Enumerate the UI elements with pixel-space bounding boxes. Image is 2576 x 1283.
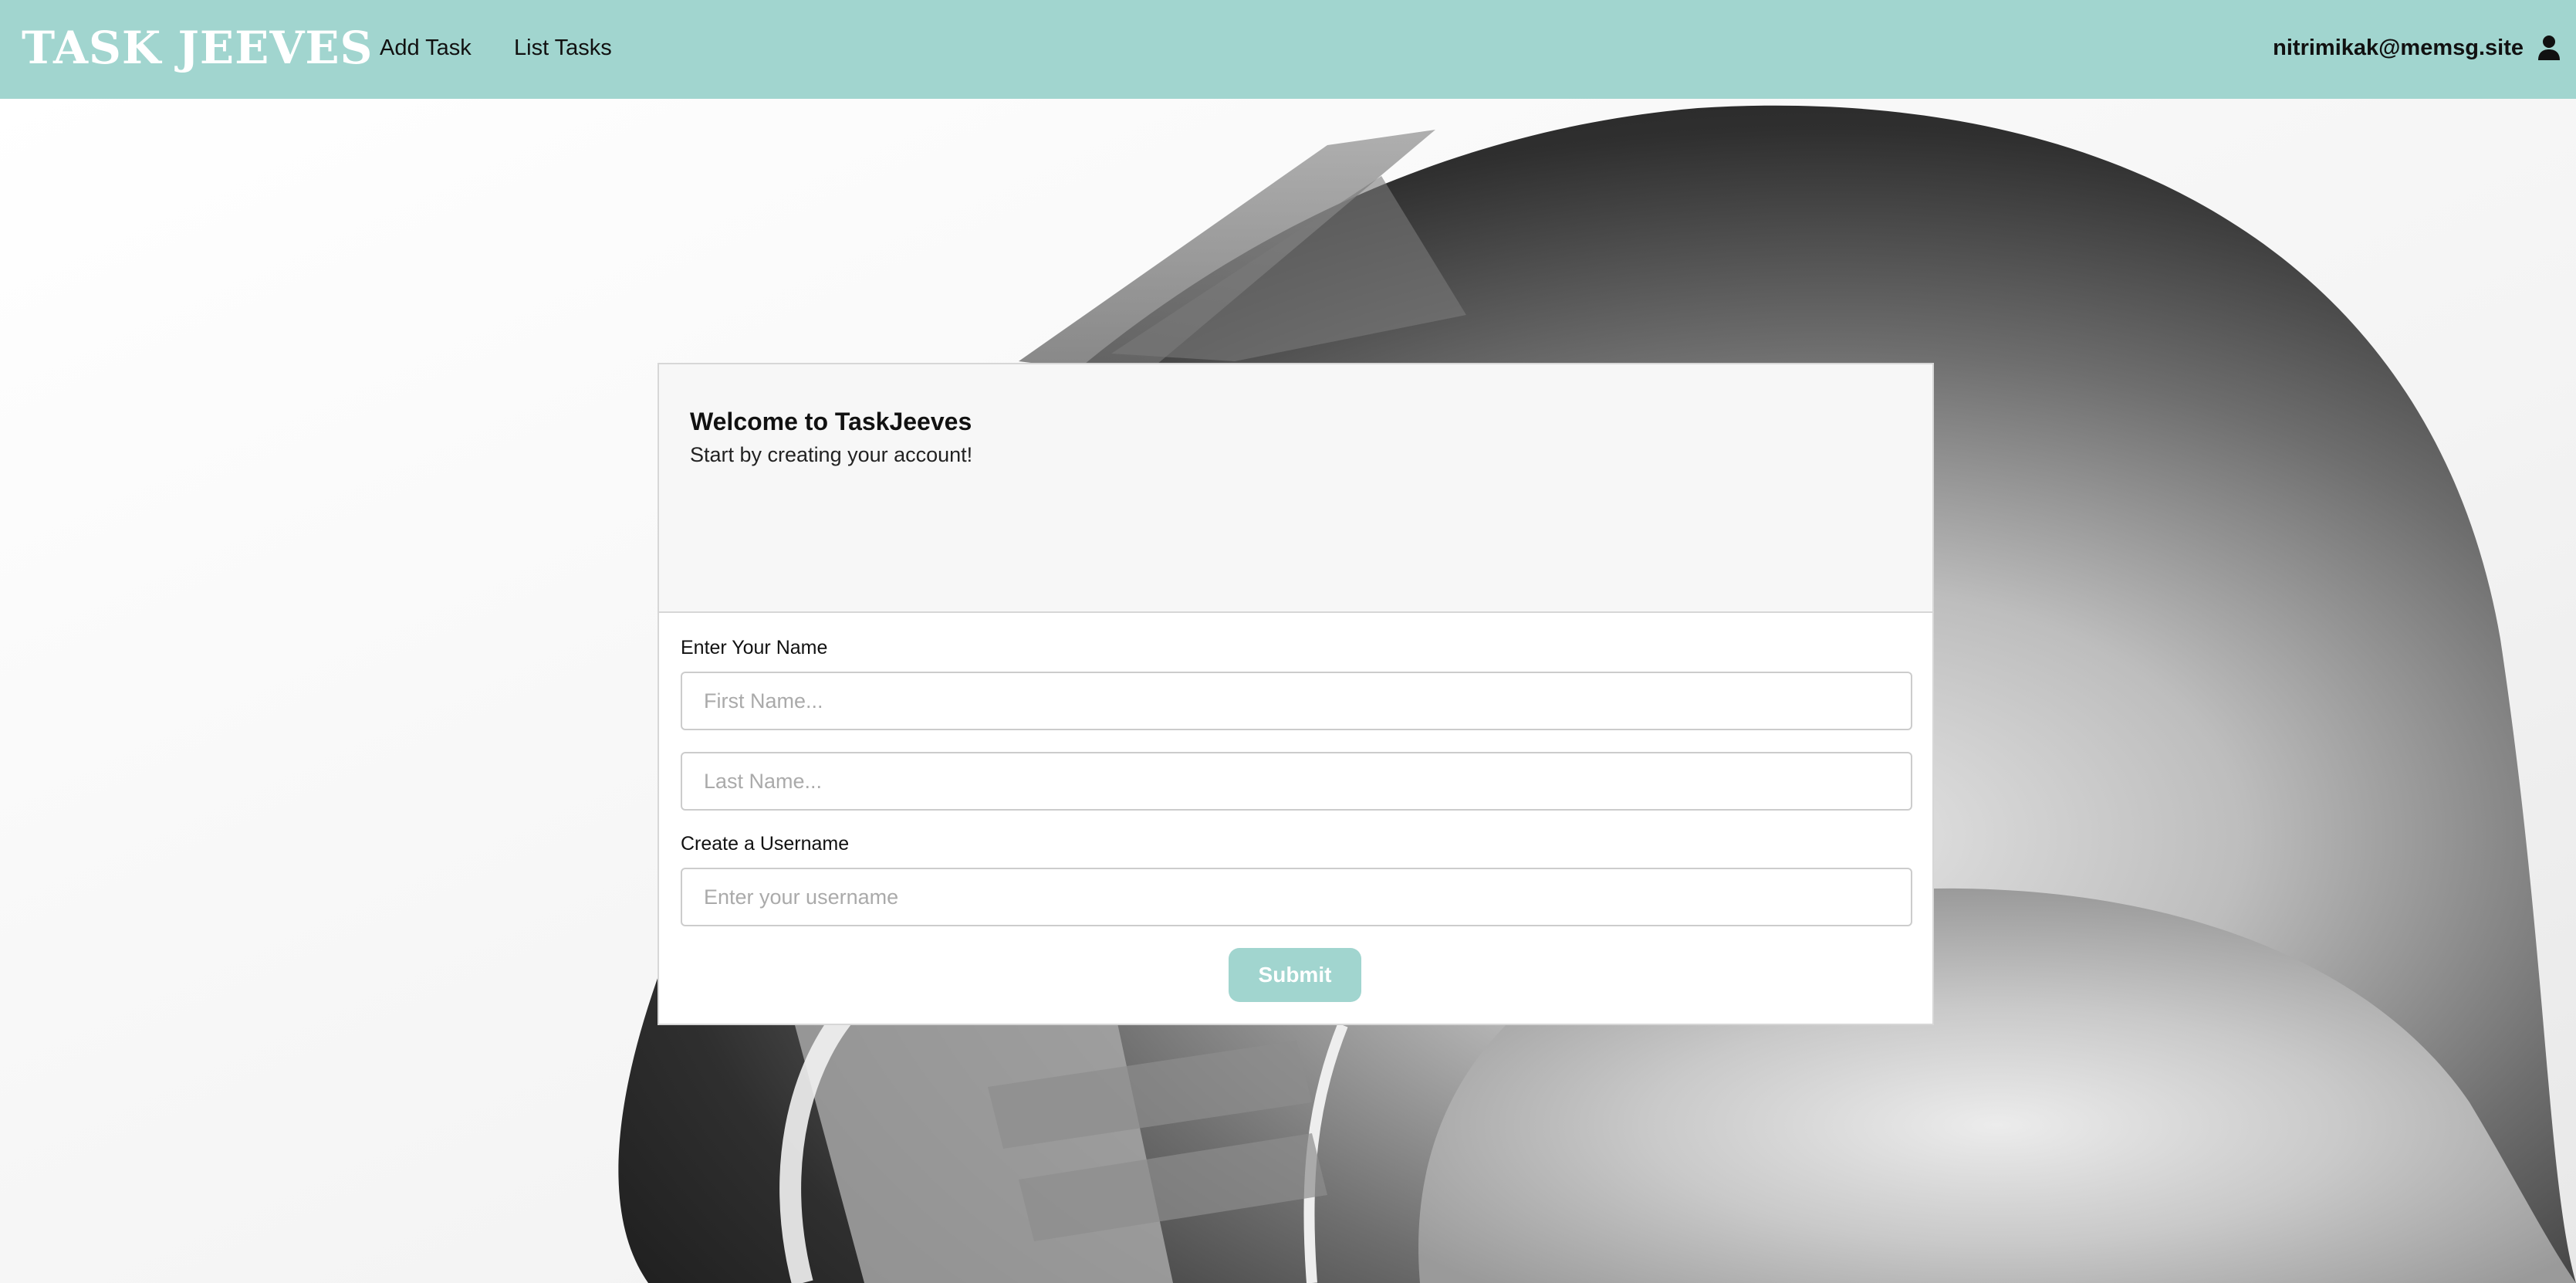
brand-logo[interactable]: TASK JEEVES (22, 17, 373, 79)
card-subtitle: Start by creating your account! (690, 443, 973, 466)
card-title: Welcome to TaskJeeves (690, 408, 972, 435)
submit-button[interactable]: Submit (1229, 948, 1361, 1002)
user-icon (2538, 36, 2560, 60)
username-input[interactable] (681, 868, 1912, 926)
name-field-label: Enter Your Name (681, 637, 828, 658)
card-header: Welcome to TaskJeeves Start by creating … (659, 364, 1932, 613)
nav-list-tasks-link[interactable]: List Tasks (514, 29, 612, 66)
account-creation-card: Welcome to TaskJeeves Start by creating … (658, 363, 1934, 1025)
user-account-menu[interactable]: nitrimikak@memsg.site (2273, 29, 2561, 66)
user-email: nitrimikak@memsg.site (2273, 35, 2524, 60)
username-field-label: Create a Username (681, 833, 850, 855)
last-name-input[interactable] (681, 752, 1912, 811)
top-navbar: TASK JEEVES Add Task List Tasks nitrimik… (0, 0, 2576, 99)
first-name-input[interactable] (681, 672, 1912, 730)
nav-add-task-link[interactable]: Add Task (380, 29, 472, 66)
